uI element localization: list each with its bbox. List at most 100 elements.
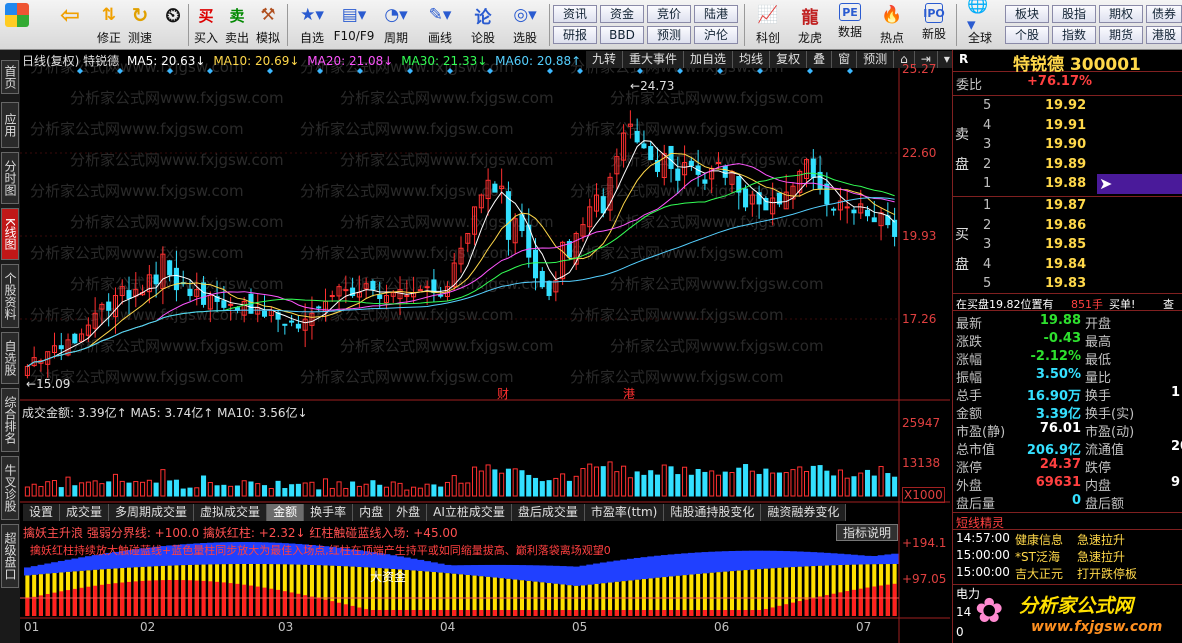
indices-button[interactable]: 指数 (1052, 26, 1096, 44)
fix-button[interactable]: ⇅ 修正 (92, 3, 126, 47)
tab-volume[interactable]: 成交量 (60, 504, 110, 521)
indicator-yellow-bar (445, 573, 450, 616)
sell-button[interactable]: 卖卖出 (223, 3, 251, 47)
shanghai-london-button[interactable]: 沪伦 (694, 26, 738, 44)
tab-virtual-volume[interactable]: 虚拟成交量 (194, 504, 268, 521)
buy-button[interactable]: 买买入 (192, 3, 220, 47)
indicator-blue-bar (748, 550, 757, 570)
index-futures-button[interactable]: 股指 (1052, 5, 1096, 23)
simulate-button[interactable]: ⚒ 模拟 (254, 3, 282, 47)
stat-row: 振幅 3.50% 量比 (953, 367, 1182, 386)
bid-row-1[interactable]: 1 19.87 (953, 198, 1182, 217)
volume-bar (126, 482, 132, 497)
tab-forecast[interactable]: 预测 (857, 51, 895, 68)
bonds-button[interactable]: 债券 (1146, 5, 1182, 23)
candle-body (173, 267, 179, 291)
indicator-red-bar (757, 610, 762, 616)
tab-nine-turn[interactable]: 九转 (586, 51, 624, 68)
indicator-blue-bar (78, 557, 86, 571)
sidebar-super-depth[interactable]: 超级盘口 (1, 524, 19, 588)
volume-bar (370, 480, 376, 497)
sector-button[interactable]: 板块 (1005, 5, 1049, 23)
tab-turnover[interactable]: 换手率 (304, 504, 354, 521)
sidebar-stock-info[interactable]: 个股资料 (1, 264, 19, 328)
bid-level: 2 (983, 217, 992, 233)
sidebar-home[interactable]: 首页 (1, 60, 19, 94)
auction-button[interactable]: 竞价 (647, 5, 691, 23)
sidebar-diagnosis[interactable]: 牛叉诊股 (1, 456, 19, 520)
tab-ai-volume[interactable]: AI立桩成交量 (427, 504, 512, 521)
funds-button[interactable]: 资金 (600, 5, 644, 23)
indicator-help-button[interactable]: 指标说明 (836, 524, 899, 541)
period-button[interactable]: ◔▾ 周期 (376, 3, 416, 47)
ask-row-3[interactable]: 3 19.90 (953, 137, 1182, 156)
big-order-alert[interactable]: 在买盘19.82位置有 851手 买单! 查 (953, 293, 1182, 311)
tab-multi-volume[interactable]: 多周期成交量 (109, 504, 195, 521)
star-market-button[interactable]: 📈 科创 (748, 3, 788, 47)
indicator-yellow-bar (696, 573, 701, 616)
sidebar-apps[interactable]: 应用 (1, 102, 19, 148)
indicator-blue-bar (708, 551, 716, 573)
tab-add-watchlist[interactable]: 加自选 (684, 51, 734, 68)
short-line-item[interactable]: 14:57:00 健康信息 急速拉升 (953, 531, 1182, 548)
tab-margin[interactable]: 融资融券变化 (761, 504, 847, 521)
tab-northbound[interactable]: 陆股通持股变化 (664, 504, 762, 521)
ask-row-2[interactable]: 2 19.89 (953, 157, 1182, 176)
ipo-button[interactable]: IPO 新股 (914, 3, 954, 47)
indicator-red-bar (851, 589, 856, 616)
sidebar-ranking[interactable]: 综合排名 (1, 388, 19, 452)
data-button[interactable]: PE 数据 (830, 3, 870, 47)
volume-bar (851, 476, 857, 497)
order-query-button[interactable]: 查 (1163, 296, 1174, 312)
bid-row-3[interactable]: 3 19.85 (953, 237, 1182, 256)
short-line-item[interactable]: 15:00:00 吉大正元 打开跌停板 (953, 565, 1182, 582)
f10-button[interactable]: ▤▾ F10/F9 (334, 3, 375, 47)
sidebar-watchlist[interactable]: 自选股 (1, 332, 19, 384)
ask-row-4[interactable]: 4 19.91 (953, 118, 1182, 137)
news-button[interactable]: 资讯 (553, 5, 597, 23)
draw-button[interactable]: ✎▾ 画线 (420, 3, 460, 47)
short-line-item[interactable]: 15:00:00 *ST泛海 急速拉升 (953, 548, 1182, 565)
dragon-tiger-button[interactable]: 龍龙虎 (790, 3, 830, 47)
tab-outer[interactable]: 外盘 (390, 504, 428, 521)
hotspot-button[interactable]: 🔥 热点 (872, 3, 912, 47)
hk-connect-button[interactable]: 陆港 (694, 5, 738, 23)
tab-ma[interactable]: 均线 (733, 51, 771, 68)
tab-overlay[interactable]: 叠 (807, 51, 833, 68)
futures-button[interactable]: 期货 (1099, 26, 1143, 44)
tab-settings[interactable]: 设置 (23, 504, 61, 521)
clock-button[interactable]: ⏲ (156, 3, 190, 47)
watchlist-button[interactable]: ★▾ 自选 (292, 3, 332, 47)
stat-label-right: 内盘 (1085, 479, 1112, 494)
tab-major-events[interactable]: 重大事件 (623, 51, 685, 68)
event-mark-finance[interactable]: 财 (497, 385, 509, 402)
volume-bar (329, 487, 335, 497)
kline-chart-area[interactable]: 分析家公式网www.fxjgsw.com 分析家公式网www.fxjgsw.com… (20, 50, 957, 643)
bid-row-4[interactable]: 4 19.84 (953, 257, 1182, 276)
sidebar-kline[interactable]: K线图 (1, 208, 19, 260)
options-button[interactable]: 期权 (1099, 5, 1143, 23)
tab-amount[interactable]: 金额 (267, 504, 305, 521)
discuss-button[interactable]: 论论股 (465, 3, 501, 47)
tab-adjust[interactable]: 复权 (770, 51, 808, 68)
research-button[interactable]: 研报 (553, 26, 597, 44)
speed-button[interactable]: ↻ 测速 (124, 3, 156, 47)
volume-bar (831, 475, 837, 497)
indicator-red-bar (289, 592, 294, 616)
tab-inner[interactable]: 内盘 (353, 504, 391, 521)
tab-window[interactable]: 窗 (832, 51, 858, 68)
hk-stocks-button[interactable]: 港股 (1146, 26, 1182, 44)
windows-logo-button[interactable] (4, 3, 30, 47)
tab-after-hours[interactable]: 盘后成交量 (511, 504, 585, 521)
global-button[interactable]: 🌐▾ 全球 (960, 0, 1000, 47)
stocks-button[interactable]: 个股 (1005, 26, 1049, 44)
event-mark-hk[interactable]: 港 (623, 385, 635, 402)
bbd-button[interactable]: BBD (600, 26, 644, 44)
tab-pe-ttm[interactable]: 市盈率(ttm) (584, 504, 665, 521)
sidebar-timeshare[interactable]: 分时图 (1, 152, 19, 204)
forecast-button[interactable]: 预测 (647, 26, 691, 44)
back-button[interactable]: ⇦ (52, 1, 88, 47)
select-stock-button[interactable]: ◎▾ 选股 (505, 3, 545, 47)
ask-row-5[interactable]: 5 19.92 (953, 98, 1182, 117)
bid-row-2[interactable]: 2 19.86 (953, 218, 1182, 237)
